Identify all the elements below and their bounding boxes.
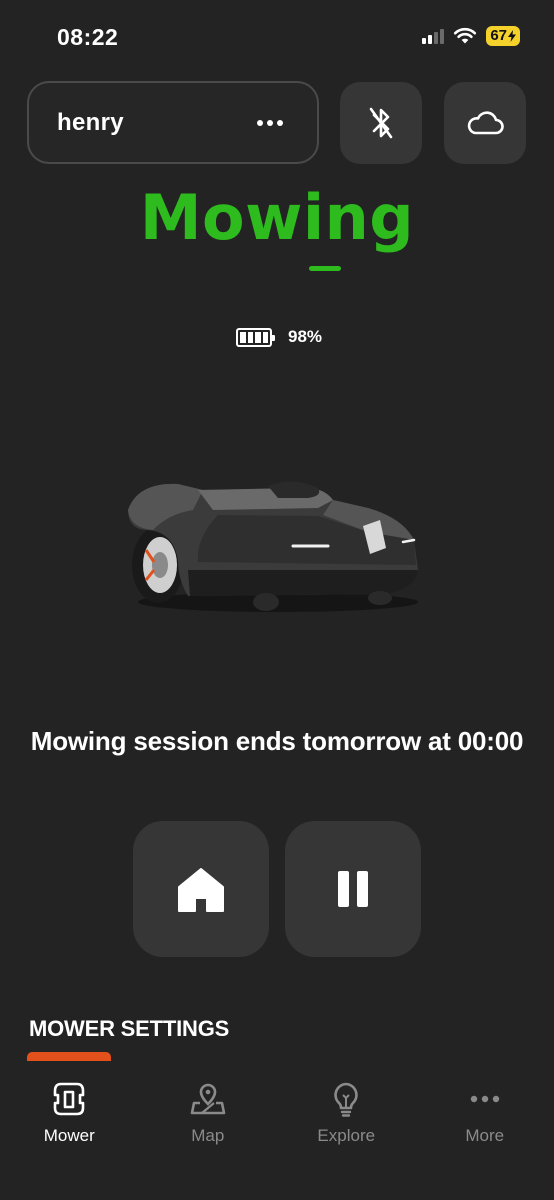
bottom-navigation: Mower Map Explore More (0, 1061, 554, 1200)
mower-icon (53, 1082, 85, 1116)
battery-percent: 98% (288, 327, 323, 346)
state-indicator (309, 266, 341, 271)
nav-explore[interactable]: Explore (277, 1061, 416, 1200)
mower-settings-heading[interactable]: MOWER SETTINGS (29, 1016, 229, 1042)
wifi-icon (454, 27, 477, 44)
status-icons: 67 (422, 26, 520, 46)
nav-label: Explore (317, 1126, 376, 1145)
pause-button[interactable] (285, 821, 421, 957)
bluetooth-button[interactable] (340, 82, 422, 164)
phone-battery-badge: 67 (486, 26, 520, 46)
status-time: 08:22 (57, 24, 119, 50)
nav-mower[interactable]: Mower (0, 1061, 139, 1200)
pause-icon (338, 871, 368, 907)
session-info: Mowing session ends tomorrow at 00:00 (30, 726, 524, 756)
nav-label: Mower (43, 1126, 95, 1145)
mower-name: henry (57, 108, 124, 136)
battery-icon (236, 327, 275, 347)
nav-map[interactable]: Map (139, 1061, 278, 1200)
map-icon (190, 1083, 226, 1115)
mower-state-title: Mowing (139, 181, 415, 254)
cellular-signal-icon (422, 28, 445, 44)
bluetooth-off-icon (369, 107, 393, 139)
more-options-icon[interactable] (257, 119, 283, 126)
park-home-button[interactable] (133, 821, 269, 957)
mower-name-selector[interactable]: henry (27, 81, 319, 164)
cloud-button[interactable] (444, 82, 526, 164)
settings-accent-bar (27, 1052, 111, 1061)
nav-more[interactable]: More (416, 1061, 554, 1200)
nav-label: More (465, 1126, 505, 1145)
charging-bolt-icon (508, 30, 516, 42)
mower-battery: 98% (236, 327, 322, 347)
home-icon (178, 868, 224, 912)
nav-label: Map (191, 1126, 225, 1145)
mower-image (128, 481, 418, 612)
lightbulb-icon (334, 1082, 358, 1117)
more-dots-icon (470, 1095, 499, 1103)
cloud-icon (467, 111, 504, 135)
